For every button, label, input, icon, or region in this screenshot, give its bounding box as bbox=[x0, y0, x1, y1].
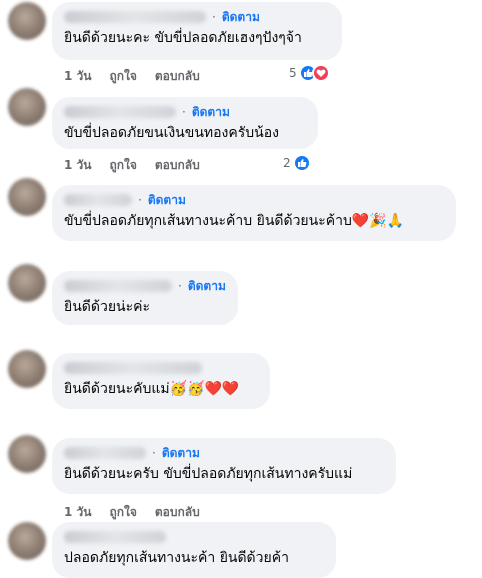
like-button[interactable]: ถูกใจ bbox=[109, 503, 136, 522]
author-name-blurred[interactable] bbox=[64, 11, 206, 23]
comment-bubble: · ติดตาม ขับขี่ปลอดภัยทุกเส้นทางนะค้าบ ย… bbox=[52, 185, 456, 241]
like-button[interactable]: ถูกใจ bbox=[109, 67, 136, 86]
comment-bubble: ปลอดภัยทุกเส้นทางนะค้า ยินดีด้วยค้า bbox=[52, 522, 336, 578]
author-name-blurred[interactable] bbox=[64, 447, 146, 459]
author-name-blurred[interactable] bbox=[64, 106, 176, 118]
reply-button[interactable]: ตอบกลับ bbox=[155, 67, 200, 86]
comment-text-body: ขับขี่ปลอดภัยทุกเส้นทางนะค้าบ ยินดีด้วยน… bbox=[64, 213, 352, 229]
like-button[interactable]: ถูกใจ bbox=[109, 156, 136, 175]
separator-dot: · bbox=[152, 446, 156, 460]
comment-text-body: ยินดีด้วยนะคับแม่ bbox=[64, 381, 170, 397]
comment-bubble: · ติดตาม ยินดีด้วยนะคะ ขับขี่ปลอดภัยเฮงๆ… bbox=[52, 2, 342, 60]
avatar[interactable] bbox=[8, 178, 46, 216]
comment-time[interactable]: 1 วัน bbox=[64, 503, 91, 522]
comment-text: ยินดีด้วยนะครับ ขับขี่ปลอดภัยทุกเส้นทางค… bbox=[64, 466, 353, 482]
avatar[interactable] bbox=[8, 88, 46, 126]
like-icon bbox=[292, 154, 311, 172]
author-name-blurred[interactable] bbox=[64, 531, 166, 543]
separator-dot: · bbox=[212, 10, 216, 24]
comment-actions: 1 วัน ถูกใจ ตอบกลับ bbox=[64, 156, 200, 175]
separator-dot: · bbox=[178, 279, 182, 293]
reaction-summary[interactable]: 2 bbox=[283, 154, 311, 172]
follow-link[interactable]: ติดตาม bbox=[162, 444, 200, 463]
author-name-blurred[interactable] bbox=[64, 362, 202, 374]
comment-bubble: · ติดตาม ยินดีด้วยนะครับ ขับขี่ปลอดภัยทุ… bbox=[52, 438, 396, 494]
author-name-blurred[interactable] bbox=[64, 280, 172, 292]
avatar[interactable] bbox=[8, 2, 46, 40]
comment-bubble: ยินดีด้วยนะคับแม่🥳🥳❤️❤️ bbox=[52, 353, 270, 409]
avatar[interactable] bbox=[8, 264, 46, 302]
comment-text: ขับขี่ปลอดภัยทุกเส้นทางนะค้าบ ยินดีด้วยน… bbox=[64, 211, 444, 231]
author-name-blurred[interactable] bbox=[64, 194, 132, 206]
reaction-count: 2 bbox=[283, 156, 291, 170]
comment-actions: 1 วัน ถูกใจ ตอบกลับ bbox=[64, 503, 200, 522]
comment-bubble: · ติดตาม ยินดีด้วยน่ะค่ะ bbox=[52, 271, 238, 325]
comment-text: ยินดีด้วยนะคับแม่🥳🥳❤️❤️ bbox=[64, 379, 258, 399]
comment-text: ปลอดภัยทุกเส้นทางนะค้า ยินดีด้วยค้า bbox=[64, 550, 289, 566]
comment-time[interactable]: 1 วัน bbox=[64, 156, 91, 175]
reaction-count: 5 bbox=[289, 66, 297, 80]
separator-dot: · bbox=[138, 193, 142, 207]
comment-text: ขับขี่ปลอดภัยขนเงินขนทองครับน้อง bbox=[64, 125, 279, 141]
comment-emojis: ❤️🎉🙏 bbox=[351, 213, 405, 229]
separator-dot: · bbox=[182, 105, 186, 119]
follow-link[interactable]: ติดตาม bbox=[188, 277, 226, 296]
reply-button[interactable]: ตอบกลับ bbox=[155, 503, 200, 522]
comment-time[interactable]: 1 วัน bbox=[64, 67, 91, 86]
follow-link[interactable]: ติดตาม bbox=[148, 191, 186, 210]
follow-link[interactable]: ติดตาม bbox=[192, 103, 230, 122]
reply-button[interactable]: ตอบกลับ bbox=[155, 156, 200, 175]
comment-emojis: 🥳🥳❤️❤️ bbox=[169, 381, 240, 397]
comment-actions: 1 วัน ถูกใจ ตอบกลับ bbox=[64, 67, 200, 86]
love-icon bbox=[311, 64, 330, 82]
follow-link[interactable]: ติดตาม bbox=[222, 8, 260, 27]
comment-text: ยินดีด้วยนะคะ ขับขี่ปลอดภัยเฮงๆปังๆจ้า bbox=[64, 30, 302, 46]
comment-bubble: · ติดตาม ขับขี่ปลอดภัยขนเงินขนทองครับน้อ… bbox=[52, 97, 318, 149]
avatar[interactable] bbox=[8, 435, 46, 473]
avatar[interactable] bbox=[8, 522, 46, 560]
avatar[interactable] bbox=[8, 350, 46, 388]
comment-text: ยินดีด้วยน่ะค่ะ bbox=[64, 299, 150, 315]
reaction-summary[interactable]: 5 bbox=[289, 64, 330, 82]
